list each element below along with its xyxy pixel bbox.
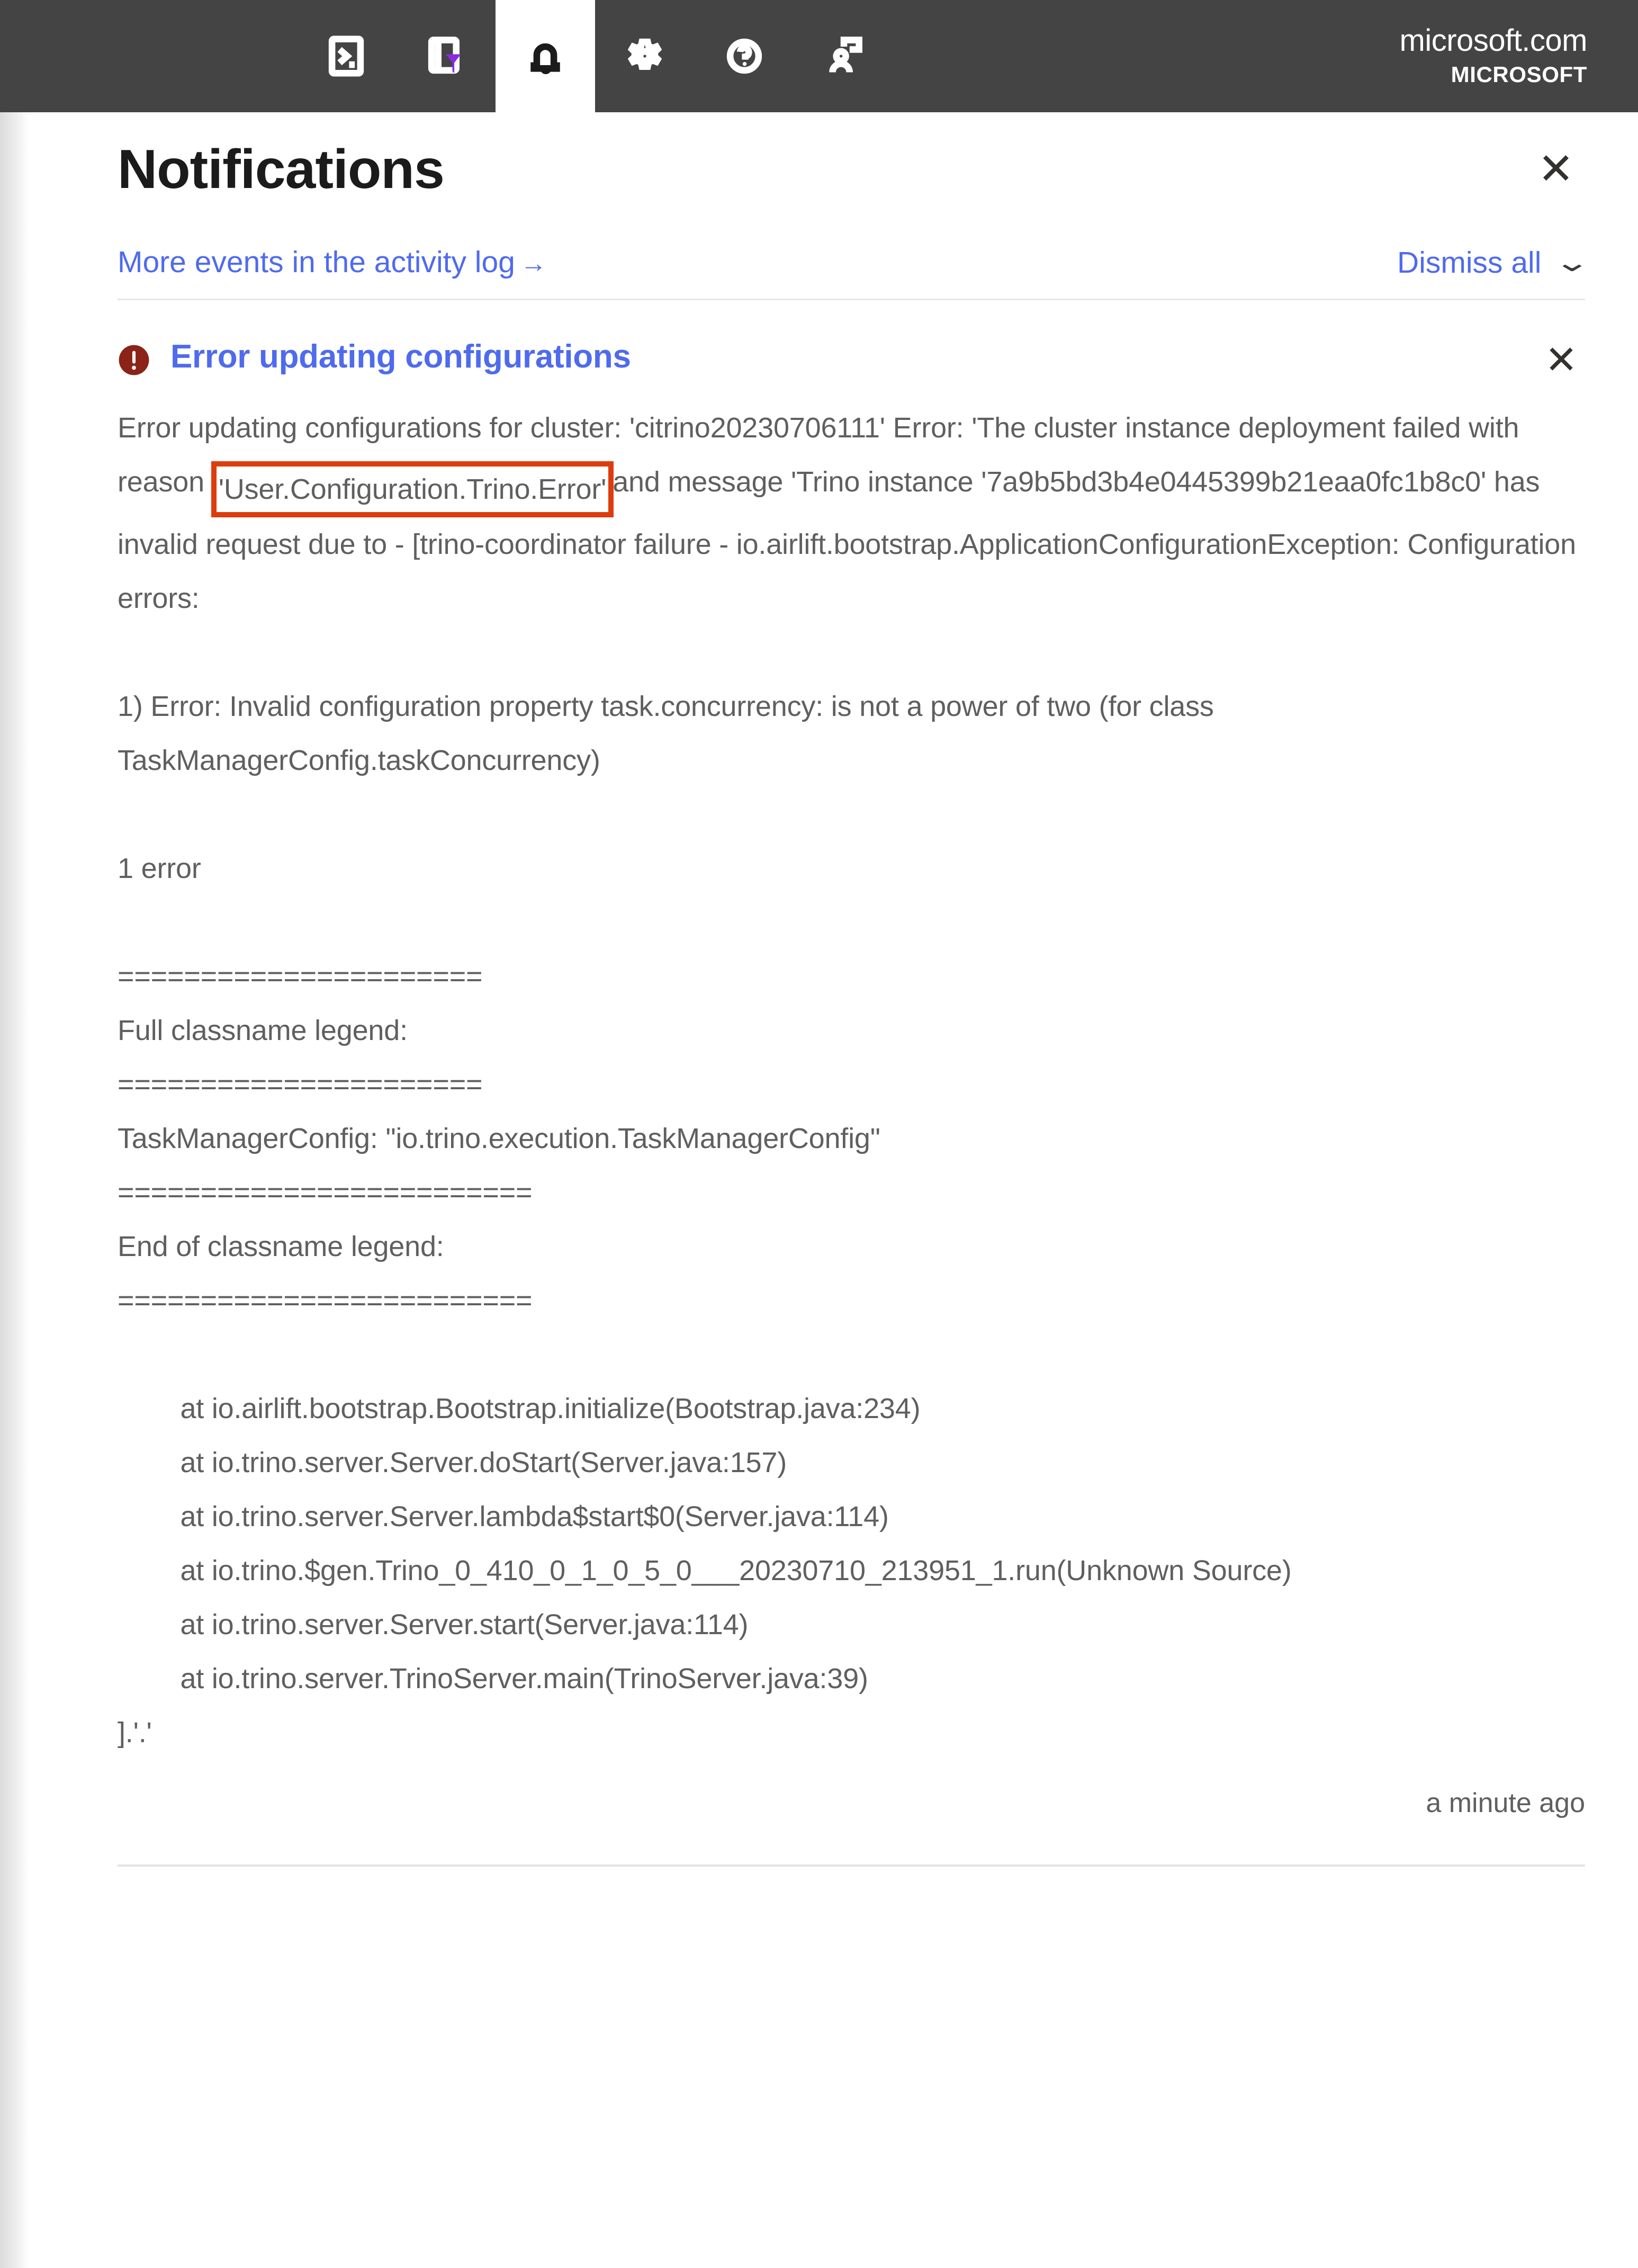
highlighted-error-code: 'User.Configuration.Trino.Error': [211, 461, 614, 517]
notification-body: Error updating configurations for cluste…: [118, 401, 1585, 1760]
notification-header: Error updating configurations ✕: [118, 338, 1585, 386]
feedback-button[interactable]: [794, 0, 894, 112]
close-icon: ✕: [1544, 338, 1578, 382]
feedback-person-icon: [821, 33, 867, 79]
activity-log-link[interactable]: More events in the activity log →: [118, 245, 547, 280]
notifications-panel: Notifications ✕ More events in the activ…: [29, 112, 1638, 2268]
panel-close-button[interactable]: ✕: [1527, 140, 1585, 199]
panel-header: Notifications ✕: [29, 112, 1638, 226]
panel-left-shadow: [0, 112, 29, 2268]
cloud-shell-icon: [323, 33, 369, 79]
topbar-icon-group: [296, 0, 894, 112]
notification-title[interactable]: Error updating configurations: [170, 338, 631, 375]
help-question-icon: [722, 33, 767, 79]
chevron-down-icon: ⌄: [1553, 247, 1591, 277]
dismiss-all-label: Dismiss all: [1397, 245, 1542, 280]
help-button[interactable]: [695, 0, 794, 112]
notification-divider: [118, 1864, 1585, 1867]
activity-log-link-label: More events in the activity log: [118, 245, 515, 279]
error-circle-icon: [118, 344, 150, 376]
account-upn: microsoft.com: [1399, 23, 1588, 58]
close-icon: ✕: [1537, 145, 1574, 193]
cloud-shell-button[interactable]: [296, 0, 396, 112]
account-info[interactable]: microsoft.com MICROSOFT: [1400, 0, 1638, 112]
notification-timestamp: a minute ago: [1426, 1788, 1585, 1818]
notifications-bell-icon: [523, 33, 568, 79]
directories-subscriptions-button[interactable]: [396, 0, 496, 112]
settings-gear-icon: [622, 33, 668, 79]
arrow-right-icon: →: [520, 248, 547, 278]
notifications-bell-button[interactable]: [496, 0, 595, 112]
notification-body-after: and message 'Trino instance '7a9b5bd3b4e…: [118, 466, 1576, 1749]
account-tenant: MICROSOFT: [1451, 62, 1587, 87]
dismiss-all-button[interactable]: Dismiss all ⌄: [1397, 245, 1591, 280]
azure-top-bar: microsoft.com MICROSOFT: [0, 0, 1638, 112]
topbar-left-spacer: [0, 0, 296, 112]
notifications-toolbar: More events in the activity log → Dismiss…: [118, 226, 1591, 300]
page-title: Notifications: [118, 138, 445, 200]
notification-item: Error updating configurations ✕ Error up…: [118, 300, 1585, 1864]
notification-dismiss-button[interactable]: ✕: [1537, 338, 1585, 386]
directories-subscriptions-icon: [423, 33, 469, 79]
settings-gear-button[interactable]: [595, 0, 695, 112]
